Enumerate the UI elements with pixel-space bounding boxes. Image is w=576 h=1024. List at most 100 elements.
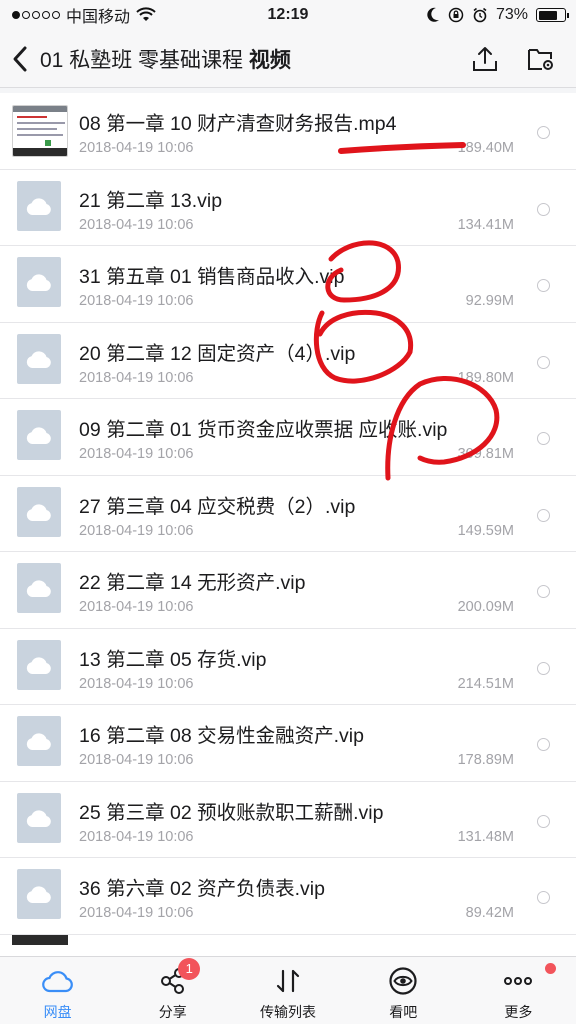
file-name: 20 第二章 12 固定资产（4）.vip: [79, 342, 356, 365]
file-row[interactable]: 27 第三章 04 应交税费（2）.vip 2018-04-19 10:06 149…: [0, 476, 576, 552]
video-thumbnail: [12, 934, 68, 945]
file-date: 2018-04-19 10:06: [79, 140, 194, 156]
select-radio[interactable]: [537, 585, 550, 598]
select-radio[interactable]: [537, 126, 550, 139]
status-right: 73%: [426, 0, 569, 30]
video-thumbnail: [12, 105, 68, 157]
page-title: 01 私塾班 零基础课程 视频: [40, 44, 291, 74]
nav-actions: [468, 40, 558, 78]
tab-eye[interactable]: 看吧: [346, 957, 461, 1024]
file-type-icon: [17, 486, 61, 537]
upload-button[interactable]: [468, 40, 502, 78]
notification-badge: 1: [178, 958, 201, 980]
file-date: 2018-04-19 10:06: [79, 293, 194, 309]
select-radio[interactable]: [537, 355, 550, 369]
folder-settings-button[interactable]: [524, 40, 558, 78]
tab-label: 看吧: [389, 1004, 418, 1020]
select-radio[interactable]: [537, 432, 550, 445]
file-size: 131.48M: [457, 828, 514, 845]
file-date: 2018-04-19 10:06: [79, 828, 194, 845]
tab-label: 更多: [504, 1004, 533, 1020]
file-size: 214.51M: [457, 675, 514, 692]
file-row[interactable]: 25 第三章 02 预收账款职工薪酬.vip 2018-04-19 10:06 13…: [0, 782, 576, 858]
file-date: 2018-04-19 10:06: [79, 599, 194, 615]
file-row[interactable]: 21 第二章 13.vip 2018-04-19 10:06 134.41M: [0, 170, 576, 246]
page-title-path: 01 私塾班 零基础课程: [40, 48, 244, 72]
file-name: 31 第五章 01 销售商品收入.vip: [79, 266, 345, 288]
upload-icon: [473, 47, 497, 71]
back-button[interactable]: [0, 30, 40, 88]
file-size: 134.41M: [457, 216, 514, 233]
file-row[interactable]: 36 第六章 02 资产负债表.vip 2018-04-19 10:06 89.42…: [0, 858, 576, 935]
file-date: 2018-04-19 10:06: [79, 216, 194, 233]
file-size: 189.40M: [457, 140, 514, 156]
file-type-icon: [17, 563, 61, 613]
select-radio[interactable]: [537, 814, 550, 828]
select-radio[interactable]: [537, 891, 550, 904]
select-radio[interactable]: [537, 661, 550, 675]
file-size: 200.09M: [457, 599, 514, 615]
cloud-icon: [26, 886, 51, 903]
tab-more[interactable]: 更多: [461, 957, 576, 1024]
file-size: 89.42M: [465, 905, 514, 921]
file-date: 2018-04-19 10:06: [79, 446, 194, 462]
file-name: 08 第一章 10 财产清查财务报告.mp4: [79, 113, 397, 135]
tab-transfer[interactable]: 传输列表: [230, 957, 345, 1024]
file-list: 08 第一章 10 财产清查财务报告.mp4 2018-04-19 10:06 18…: [0, 93, 576, 956]
select-radio[interactable]: [537, 738, 550, 751]
file-type-icon: [17, 792, 61, 843]
cloud-icon: [26, 733, 51, 750]
file-name: 13 第二章 05 存货.vip: [79, 648, 267, 671]
tab-share[interactable]: 分享 1: [115, 957, 230, 1024]
file-type-icon: [17, 869, 61, 919]
file-name: 09 第二章 01 货币资金应收票据 应收账.vip: [79, 419, 448, 441]
file-row[interactable]: 22 第二章 14 无形资产.vip 2018-04-19 10:06 200.09…: [0, 552, 576, 629]
wifi-icon: [136, 7, 156, 21]
file-date: 2018-04-19 10:06: [79, 675, 194, 692]
file-date: 2018-04-19 10:06: [79, 905, 194, 921]
file-size: 92.99M: [465, 293, 514, 309]
file-type-icon: [17, 257, 61, 307]
select-radio[interactable]: [537, 279, 550, 292]
select-radio[interactable]: [537, 202, 550, 216]
cloud-icon: [26, 580, 51, 597]
file-name: 16 第二章 08 交易性金融资产.vip: [79, 725, 364, 747]
select-radio[interactable]: [537, 508, 550, 522]
status-left: 中国移动: [12, 3, 212, 27]
file-size: 189.80M: [457, 369, 514, 386]
tab-bar: 网盘 分享 1 传输列表 看吧 更多: [0, 956, 576, 1024]
file-size: 149.59M: [457, 522, 514, 539]
file-type-icon: [17, 180, 61, 231]
file-type-icon: [17, 410, 61, 460]
cloud-icon: [26, 656, 51, 674]
cloud-icon: [26, 427, 51, 444]
partial-file-row[interactable]: [0, 934, 576, 955]
file-row[interactable]: 31 第五章 01 销售商品收入.vip 2018-04-19 10:06 92.9…: [0, 246, 576, 323]
moon-icon: [427, 7, 439, 22]
tab-label: 网盘: [43, 1004, 72, 1020]
file-row[interactable]: 20 第二章 12 固定资产（4）.vip 2018-04-19 10:06 189…: [0, 323, 576, 399]
file-date: 2018-04-19 10:06: [79, 752, 194, 768]
chevron-left-icon: [13, 46, 27, 71]
tab-label: 分享: [158, 1004, 187, 1020]
cloud-icon: [26, 197, 51, 215]
file-row[interactable]: 09 第二章 01 货币资金应收票据 应收账.vip 2018-04-19 10:…: [0, 399, 576, 476]
file-row[interactable]: 08 第一章 10 财产清查财务报告.mp4 2018-04-19 10:06 18…: [0, 93, 576, 170]
tab-cloud[interactable]: 网盘: [0, 957, 115, 1024]
file-date: 2018-04-19 10:06: [79, 522, 194, 539]
file-row[interactable]: 13 第二章 05 存货.vip 2018-04-19 10:06 214.51M: [0, 629, 576, 705]
cloud-icon: [26, 809, 51, 827]
battery-icon: [536, 8, 569, 22]
navigation-bar: 01 私塾班 零基础课程 视频: [0, 30, 576, 88]
cloud-icon: [41, 965, 75, 997]
status-bar: 中国移动 12:19 73%: [0, 0, 576, 30]
file-type-icon: [17, 639, 61, 690]
file-name: 25 第三章 02 预收账款职工薪酬.vip: [79, 801, 384, 824]
file-name: 27 第三章 04 应交税费（2）.vip: [79, 495, 356, 518]
alarm-icon: [473, 7, 487, 23]
folder-settings-icon: [528, 49, 553, 70]
transfer-icon: [271, 965, 305, 997]
file-row[interactable]: 16 第二章 08 交易性金融资产.vip 2018-04-19 10:06 178…: [0, 705, 576, 782]
file-type-icon: [17, 716, 61, 766]
cloud-icon: [26, 350, 51, 368]
